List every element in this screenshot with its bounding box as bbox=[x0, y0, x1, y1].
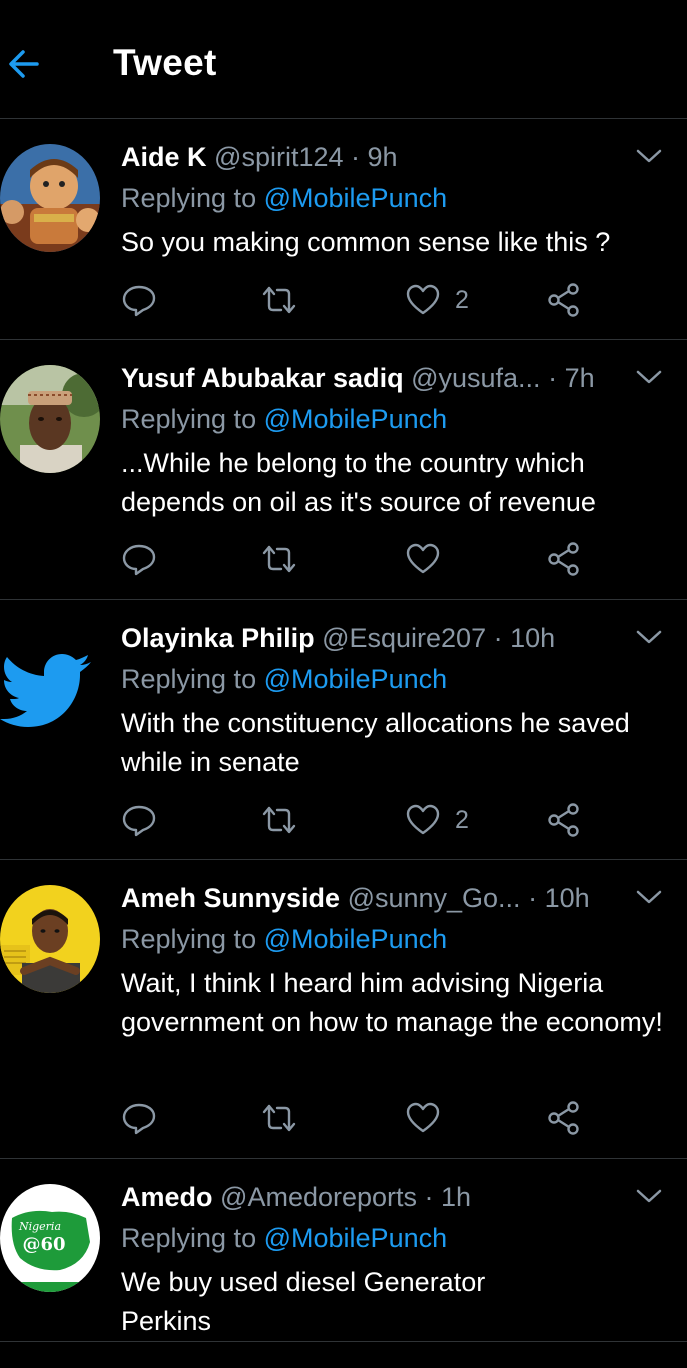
tweet-text: We buy used diesel Generator Perkins bbox=[121, 1267, 486, 1336]
share-button[interactable] bbox=[547, 1098, 581, 1138]
chevron-down-icon[interactable] bbox=[636, 367, 662, 387]
author-handle[interactable]: @spirit124 bbox=[214, 142, 343, 172]
tweet-text: So you making common sense like this ? bbox=[121, 227, 611, 257]
like-button[interactable] bbox=[405, 1098, 455, 1138]
author-name[interactable]: Ameh Sunnyside bbox=[121, 883, 340, 913]
chevron-down-icon[interactable] bbox=[636, 627, 662, 647]
mention-link[interactable]: @MobilePunch bbox=[264, 183, 448, 213]
retweet-button[interactable] bbox=[259, 280, 299, 320]
like-count: 2 bbox=[455, 285, 469, 314]
like-button[interactable]: 2 bbox=[405, 280, 469, 320]
cartoon-hero-avatar bbox=[0, 144, 100, 252]
tweet-actions bbox=[121, 1098, 601, 1138]
author-handle[interactable]: @sunny_Go... bbox=[348, 883, 521, 913]
svg-text:Nigeria: Nigeria bbox=[18, 1220, 61, 1233]
like-button[interactable]: 2 bbox=[405, 800, 469, 840]
reply-icon bbox=[122, 285, 156, 317]
share-icon bbox=[548, 803, 579, 837]
tweet-actions bbox=[121, 539, 601, 579]
avatar[interactable] bbox=[0, 625, 100, 733]
mention-link[interactable]: @MobilePunch bbox=[264, 1223, 448, 1253]
mention-link[interactable]: @MobilePunch bbox=[264, 924, 448, 954]
avatar[interactable] bbox=[0, 144, 100, 252]
retweet-button[interactable] bbox=[259, 800, 299, 840]
back-button[interactable] bbox=[4, 44, 44, 84]
author-handle[interactable]: @Esquire207 bbox=[322, 623, 486, 653]
reply-button[interactable] bbox=[121, 1098, 157, 1138]
reply-icon bbox=[122, 805, 156, 837]
chevron-down-icon[interactable] bbox=[636, 1186, 662, 1206]
app-header: Tweet bbox=[0, 0, 687, 119]
avatar[interactable]: Nigeria @60 bbox=[0, 1184, 100, 1292]
reply-context: Replying to @MobilePunch bbox=[121, 924, 448, 954]
mention-link[interactable]: @MobilePunch bbox=[264, 664, 448, 694]
retweet-icon bbox=[262, 286, 296, 314]
tweet-time: · 1h bbox=[424, 1182, 472, 1212]
nigeria-60-logo-avatar: Nigeria @60 bbox=[0, 1184, 100, 1292]
svg-text:@60: @60 bbox=[22, 1234, 65, 1255]
heart-icon bbox=[406, 543, 440, 574]
tweet-time: · 9h bbox=[351, 142, 398, 172]
tweet-text: ...While he belong to the country which … bbox=[121, 448, 596, 517]
tweet[interactable]: Yusuf Abubakar sadiq @yusufa... · 7h Rep… bbox=[0, 341, 687, 600]
reply-context: Replying to @MobilePunch bbox=[121, 183, 448, 213]
author-handle[interactable]: @Amedoreports bbox=[220, 1182, 417, 1212]
share-button[interactable] bbox=[547, 539, 581, 579]
retweet-button[interactable] bbox=[259, 1098, 299, 1138]
tweet-time: · 7h bbox=[548, 363, 595, 393]
twitter-bird-avatar bbox=[0, 625, 100, 733]
heart-icon bbox=[406, 804, 440, 835]
share-button[interactable] bbox=[547, 800, 581, 840]
reply-button[interactable] bbox=[121, 539, 157, 579]
person-photo-avatar bbox=[0, 365, 100, 473]
share-icon bbox=[548, 283, 579, 317]
heart-icon bbox=[406, 1102, 440, 1133]
reply-button[interactable] bbox=[121, 280, 157, 320]
author-name[interactable]: Olayinka Philip bbox=[121, 623, 315, 653]
tweet-time: · 10h bbox=[493, 623, 556, 653]
author-name[interactable]: Aide K bbox=[121, 142, 207, 172]
mention-link[interactable]: @MobilePunch bbox=[264, 404, 448, 434]
reply-button[interactable] bbox=[121, 800, 157, 840]
tweet[interactable]: Aide K @spirit124 · 9h Replying to @Mobi… bbox=[0, 120, 687, 340]
tweet-actions: 2 bbox=[121, 280, 601, 320]
tweet-text: With the constituency allocations he sav… bbox=[121, 708, 630, 777]
tweet-actions: 2 bbox=[121, 800, 601, 840]
like-count: 2 bbox=[455, 805, 469, 834]
reply-icon bbox=[122, 544, 156, 576]
tweet-time: · 10h bbox=[528, 883, 590, 913]
chevron-down-icon[interactable] bbox=[636, 887, 662, 907]
tweet[interactable]: Nigeria @60 Amedo @Amedoreports · 1h Rep… bbox=[0, 1160, 687, 1342]
back-arrow-icon bbox=[9, 50, 39, 78]
author-name[interactable]: Yusuf Abubakar sadiq bbox=[121, 363, 404, 393]
tweet[interactable]: Ameh Sunnyside @sunny_Go... · 10h Replyi… bbox=[0, 861, 687, 1159]
author-handle[interactable]: @yusufa... bbox=[411, 363, 540, 393]
tweet[interactable]: Olayinka Philip @Esquire207 · 10h Replyi… bbox=[0, 601, 687, 860]
share-icon bbox=[548, 542, 579, 576]
reply-context: Replying to @MobilePunch bbox=[121, 1223, 448, 1253]
retweet-icon bbox=[262, 1104, 296, 1132]
avatar[interactable] bbox=[0, 365, 100, 473]
heart-icon bbox=[406, 284, 440, 315]
avatar[interactable] bbox=[0, 885, 100, 993]
tweet-text: Wait, I think I heard him advising Niger… bbox=[121, 968, 663, 1037]
retweet-icon bbox=[262, 545, 296, 573]
retweet-icon bbox=[262, 806, 296, 834]
author-name[interactable]: Amedo bbox=[121, 1182, 213, 1212]
like-button[interactable] bbox=[405, 539, 455, 579]
reply-context: Replying to @MobilePunch bbox=[121, 664, 448, 694]
person-yellow-avatar bbox=[0, 885, 100, 993]
share-icon bbox=[548, 1101, 579, 1135]
reply-icon bbox=[122, 1103, 156, 1135]
page-title: Tweet bbox=[113, 42, 217, 83]
retweet-button[interactable] bbox=[259, 539, 299, 579]
reply-context: Replying to @MobilePunch bbox=[121, 404, 448, 434]
share-button[interactable] bbox=[547, 280, 581, 320]
chevron-down-icon[interactable] bbox=[636, 146, 662, 166]
